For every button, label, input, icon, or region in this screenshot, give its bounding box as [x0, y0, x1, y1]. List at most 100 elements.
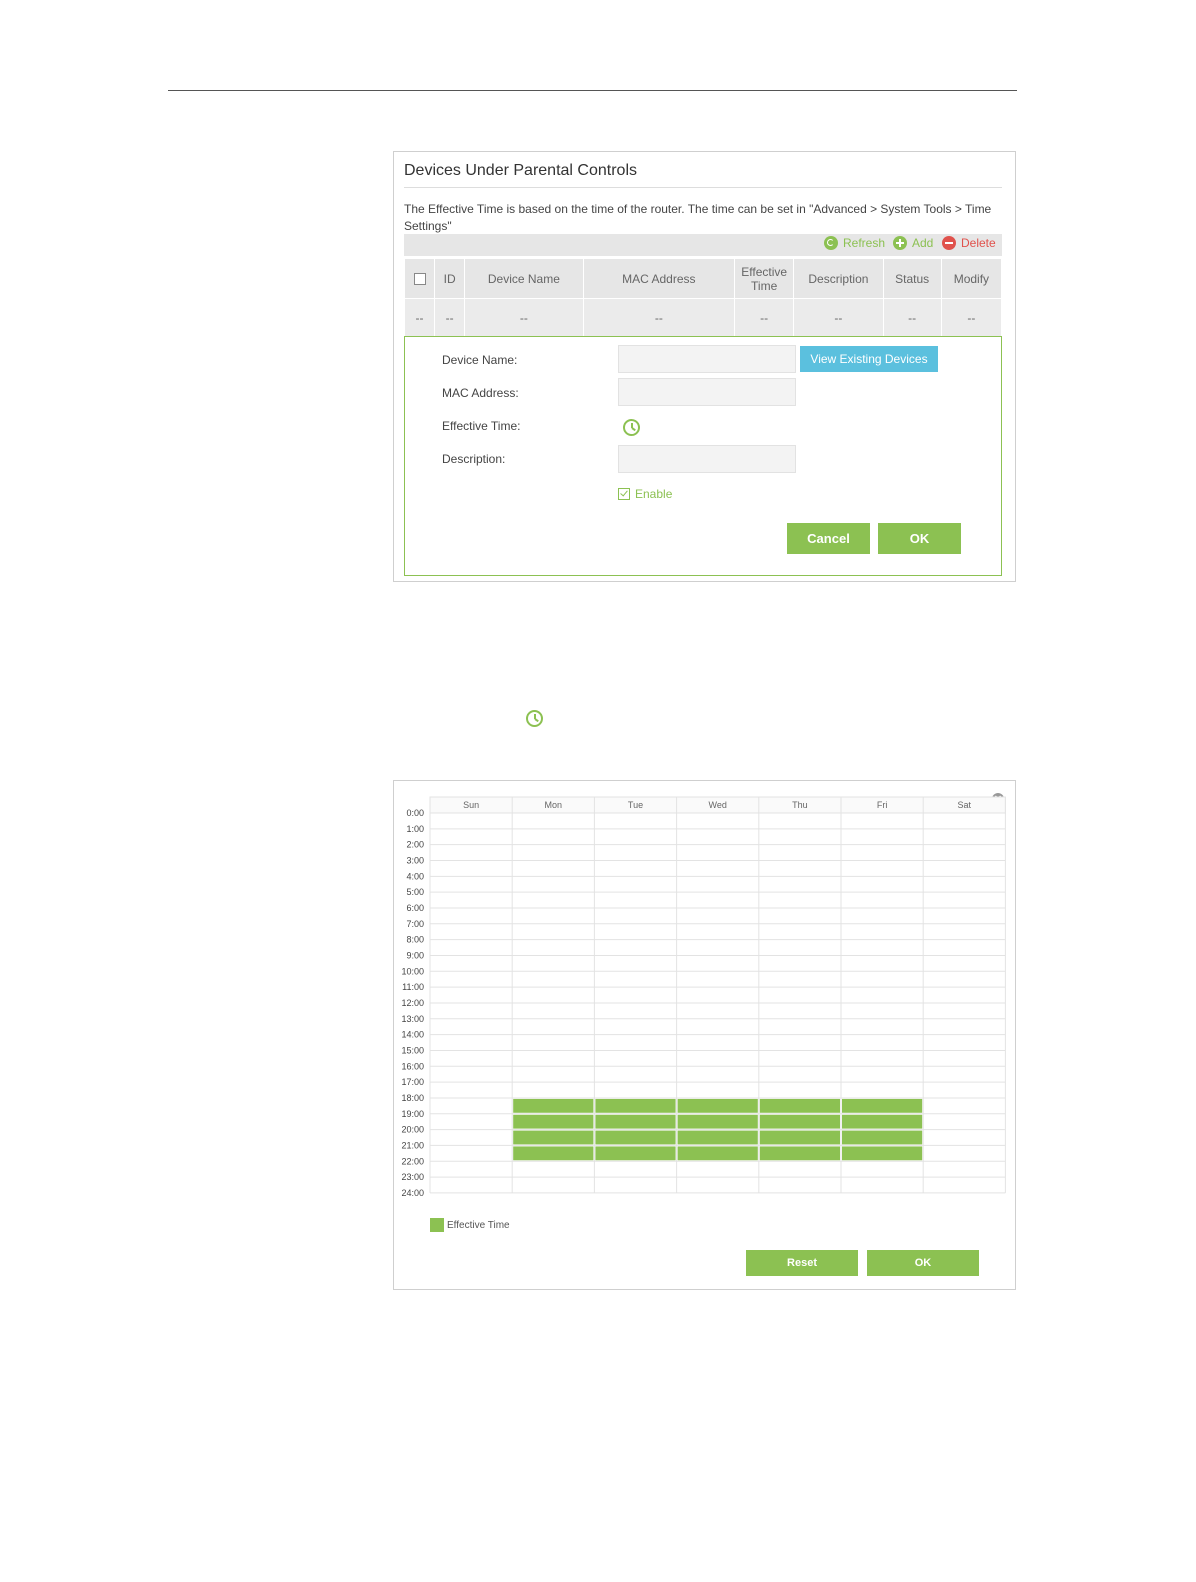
day-label-thu: Thu — [792, 800, 808, 810]
hour-label: 20:00 — [401, 1125, 424, 1135]
effective-time-dialog: Sun Mon Tue Wed Thu Fri Sat 0:00 1:00 2:00 3:00 4:0… — [393, 780, 1016, 1290]
enable-checkbox[interactable]: Enable — [618, 487, 672, 501]
ok-button[interactable]: OK — [878, 523, 961, 554]
col-id: ID — [434, 258, 466, 299]
effective-time-block — [595, 1098, 676, 1113]
delete-label: Delete — [961, 236, 996, 250]
cancel-button[interactable]: Cancel — [787, 523, 870, 554]
select-all-checkbox[interactable] — [413, 273, 426, 286]
hour-label: 7:00 — [406, 919, 424, 929]
effective-time-block — [677, 1146, 758, 1161]
effective-time-block — [759, 1114, 840, 1129]
legend-label: Effective Time — [447, 1220, 510, 1231]
effective-time-block — [595, 1130, 676, 1145]
refresh-icon — [824, 236, 838, 250]
panel-title: Devices Under Parental Controls — [404, 162, 637, 179]
refresh-button[interactable]: Refresh — [824, 236, 885, 250]
col-device-name: Device Name — [464, 258, 584, 299]
table-cell: -- — [403, 298, 436, 337]
hour-label: 16:00 — [401, 1061, 424, 1071]
day-label-fri: Fri — [877, 800, 888, 810]
hour-label: 0:00 — [406, 808, 424, 818]
view-existing-devices-button[interactable]: View Existing Devices — [800, 346, 938, 372]
effective-time-block — [513, 1114, 594, 1129]
day-label-tue: Tue — [628, 800, 643, 810]
refresh-label: Refresh — [843, 236, 886, 250]
hour-label: 12:00 — [401, 998, 424, 1008]
add-label: Add — [912, 236, 934, 250]
mac-address-input[interactable] — [618, 378, 796, 406]
parental-controls-panel: Devices Under Parental Controls The Effe… — [393, 151, 1016, 582]
col-status: Status — [882, 258, 942, 299]
schedule-grid[interactable]: Sun Mon Tue Wed Thu Fri Sat 0:00 1:00 2:00 3:00 4:0… — [394, 781, 1015, 1289]
table-header-row: ID Device Name MAC Address Effective Tim… — [403, 258, 1003, 299]
hour-label: 22:00 — [401, 1156, 424, 1166]
description-label: Description: — [442, 452, 506, 466]
effective-time-block — [759, 1098, 840, 1113]
col-mac-address: MAC Address — [582, 258, 736, 299]
effective-time-block — [677, 1098, 758, 1113]
enable-label: Enable — [635, 487, 673, 501]
legend-swatch — [430, 1218, 444, 1232]
day-label-sat: Sat — [958, 800, 972, 810]
effective-time-block — [677, 1114, 758, 1129]
description-input[interactable] — [618, 445, 796, 473]
effective-time-block — [513, 1146, 594, 1161]
clock-icon[interactable] — [623, 419, 640, 436]
hour-label: 5:00 — [406, 887, 424, 897]
hour-label: 9:00 — [406, 950, 424, 960]
device-name-label: Device Name: — [442, 353, 518, 367]
hour-label: 13:00 — [401, 1014, 424, 1024]
hour-label: 17:00 — [401, 1077, 424, 1087]
effective-time-block — [595, 1146, 676, 1161]
hour-label: 10:00 — [401, 966, 424, 976]
hour-label: 24:00 — [401, 1188, 424, 1198]
table-cell: -- — [882, 298, 942, 337]
hour-label: 6:00 — [406, 903, 424, 913]
col-effective-time: Effective Time — [734, 258, 795, 299]
effective-time-block — [842, 1130, 923, 1145]
effective-time-block — [759, 1130, 840, 1145]
hour-label: 14:00 — [401, 1030, 424, 1040]
page-top-rule — [168, 90, 1017, 91]
hour-label: 15:00 — [401, 1045, 424, 1055]
hour-label: 11:00 — [402, 982, 424, 992]
mac-address-label: MAC Address: — [442, 386, 519, 400]
plus-icon — [893, 236, 907, 250]
col-effective-time-line2: Time — [751, 278, 778, 293]
add-device-form: Device Name: View Existing Devices MAC A… — [404, 336, 1002, 576]
minus-icon — [942, 236, 956, 250]
devices-table: ID Device Name MAC Address Effective Tim… — [403, 258, 1003, 337]
effective-time-block — [842, 1114, 923, 1129]
col-description: Description — [793, 258, 884, 299]
effective-time-label: Effective Time: — [442, 419, 521, 433]
device-name-input[interactable] — [618, 345, 796, 373]
day-label-wed: Wed — [709, 800, 727, 810]
effective-time-block — [759, 1146, 840, 1161]
hour-label: 19:00 — [401, 1109, 424, 1119]
hour-label: 21:00 — [401, 1140, 424, 1150]
effective-time-block — [595, 1114, 676, 1129]
effective-time-block — [513, 1130, 594, 1145]
col-effective-time-line1: Effective — [741, 264, 788, 279]
effective-time-block — [677, 1130, 758, 1145]
table-cell: -- — [582, 298, 736, 337]
clock-icon — [526, 710, 543, 727]
effective-time-block — [842, 1098, 923, 1113]
schedule-ok-button[interactable]: OK — [867, 1250, 979, 1276]
table-cell: -- — [464, 298, 584, 337]
table-cell: -- — [434, 298, 466, 337]
select-all-cell — [403, 258, 436, 299]
table-toolbar: Refresh Add Delete — [404, 234, 1002, 256]
hour-label: 23:00 — [401, 1172, 424, 1182]
col-modify: Modify — [940, 258, 1003, 299]
delete-button[interactable]: Delete — [942, 236, 996, 250]
add-button[interactable]: Add — [893, 236, 933, 250]
hour-label: 1:00 — [406, 824, 424, 834]
day-label-sun: Sun — [463, 800, 479, 810]
effective-time-block — [842, 1146, 923, 1161]
hour-label: 18:00 — [401, 1093, 424, 1103]
reset-button[interactable]: Reset — [746, 1250, 858, 1276]
checkbox-checked-icon — [618, 488, 630, 500]
table-cell: -- — [793, 298, 884, 337]
